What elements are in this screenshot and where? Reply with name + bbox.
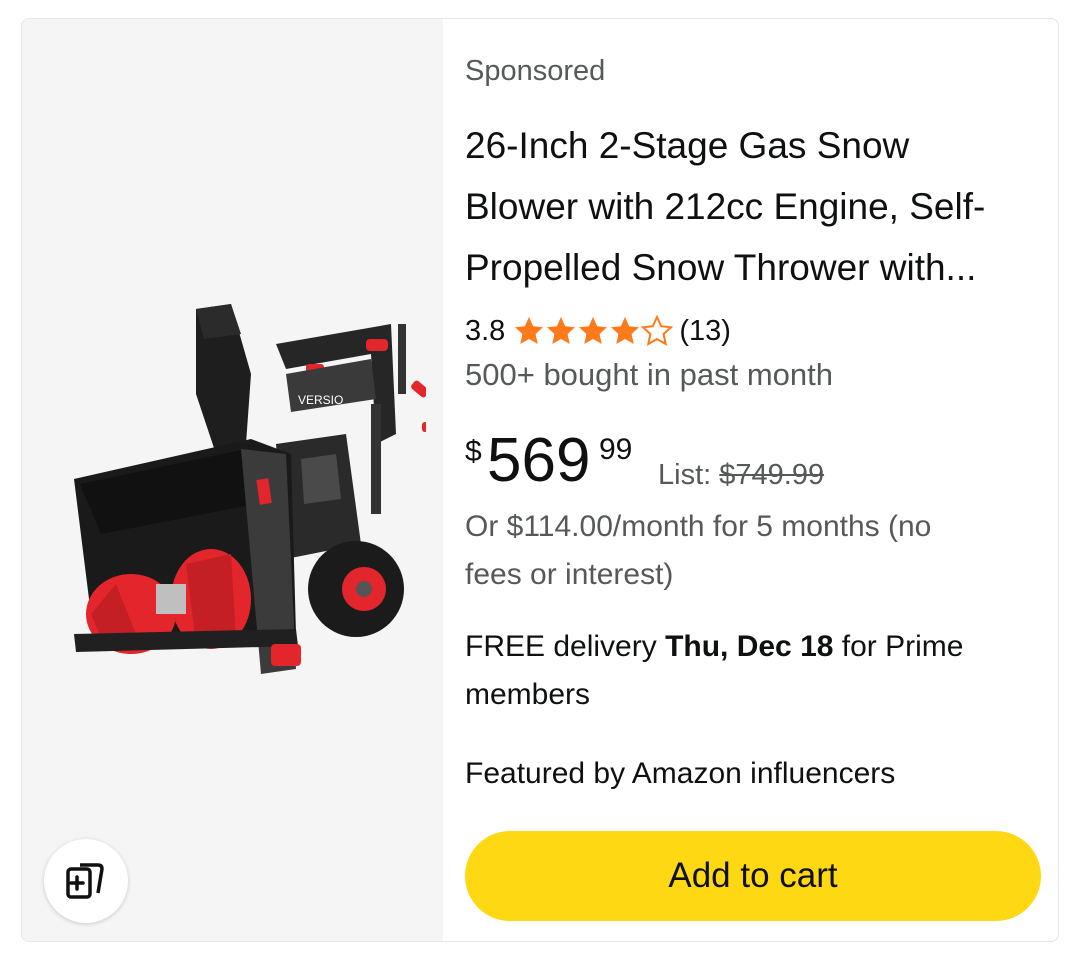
installment-offer: Or $114.00/month for 5 months (no fees o… <box>465 503 1045 599</box>
bought-in-past-month: 500+ bought in past month <box>465 357 833 392</box>
star-filled-icon <box>579 317 608 344</box>
product-title-line[interactable]: Blower with 212cc Engine, Self- <box>465 176 1045 237</box>
add-to-cart-button[interactable]: Add to cart <box>465 831 1041 921</box>
price-currency-symbol: $ <box>465 435 482 468</box>
sponsored-label: Sponsored <box>465 55 606 87</box>
delivery-line: members <box>465 678 591 711</box>
star-empty-icon <box>641 315 674 346</box>
star-filled-icon <box>611 317 640 344</box>
product-title[interactable]: 26-Inch 2-Stage Gas Snow Blower with 212… <box>465 115 1045 298</box>
product-title-line[interactable]: Propelled Snow Thrower with... <box>465 237 1045 298</box>
brand-logo: VERSIO <box>298 393 343 407</box>
featured-by-influencers: Featured by Amazon influencers <box>465 757 896 790</box>
delivery-info: FREE delivery Thu, Dec 18 for Prime memb… <box>465 623 1045 719</box>
delivery-suffix: for Prime <box>833 630 964 663</box>
list-price-label: List: <box>658 459 720 491</box>
price-fraction: 99 <box>599 433 633 466</box>
installment-line: Or $114.00/month for 5 months (no <box>465 510 932 543</box>
installment-line: fees or interest) <box>465 558 674 591</box>
product-image-panel[interactable]: VERSIO <box>22 19 443 941</box>
delivery-date: Thu, Dec 18 <box>665 630 834 663</box>
product-card[interactable]: VERSIO Sponsored 26-Inch 2-Stage Gas Sno… <box>21 18 1059 942</box>
star-rating[interactable] <box>513 315 674 347</box>
star-filled-icon <box>515 317 544 344</box>
star-filled-icon <box>547 317 576 344</box>
snow-blower-product-image[interactable]: VERSIO <box>46 284 426 694</box>
delivery-prefix: FREE delivery <box>465 630 666 663</box>
delivery-line: FREE delivery Thu, Dec 18 for Prime <box>465 623 1045 671</box>
list-price-block: List: $749.99 <box>658 459 824 492</box>
rating-value: 3.8 <box>465 314 506 347</box>
price-whole: 569 <box>487 426 591 495</box>
product-title-line[interactable]: 26-Inch 2-Stage Gas Snow <box>465 115 1045 176</box>
review-count-link[interactable]: (13) <box>679 315 731 348</box>
compare-button[interactable] <box>44 839 128 923</box>
compare-cards-icon <box>66 863 104 899</box>
rating-row[interactable]: 3.8 (13) <box>465 311 731 351</box>
list-price: $749.99 <box>719 459 825 491</box>
